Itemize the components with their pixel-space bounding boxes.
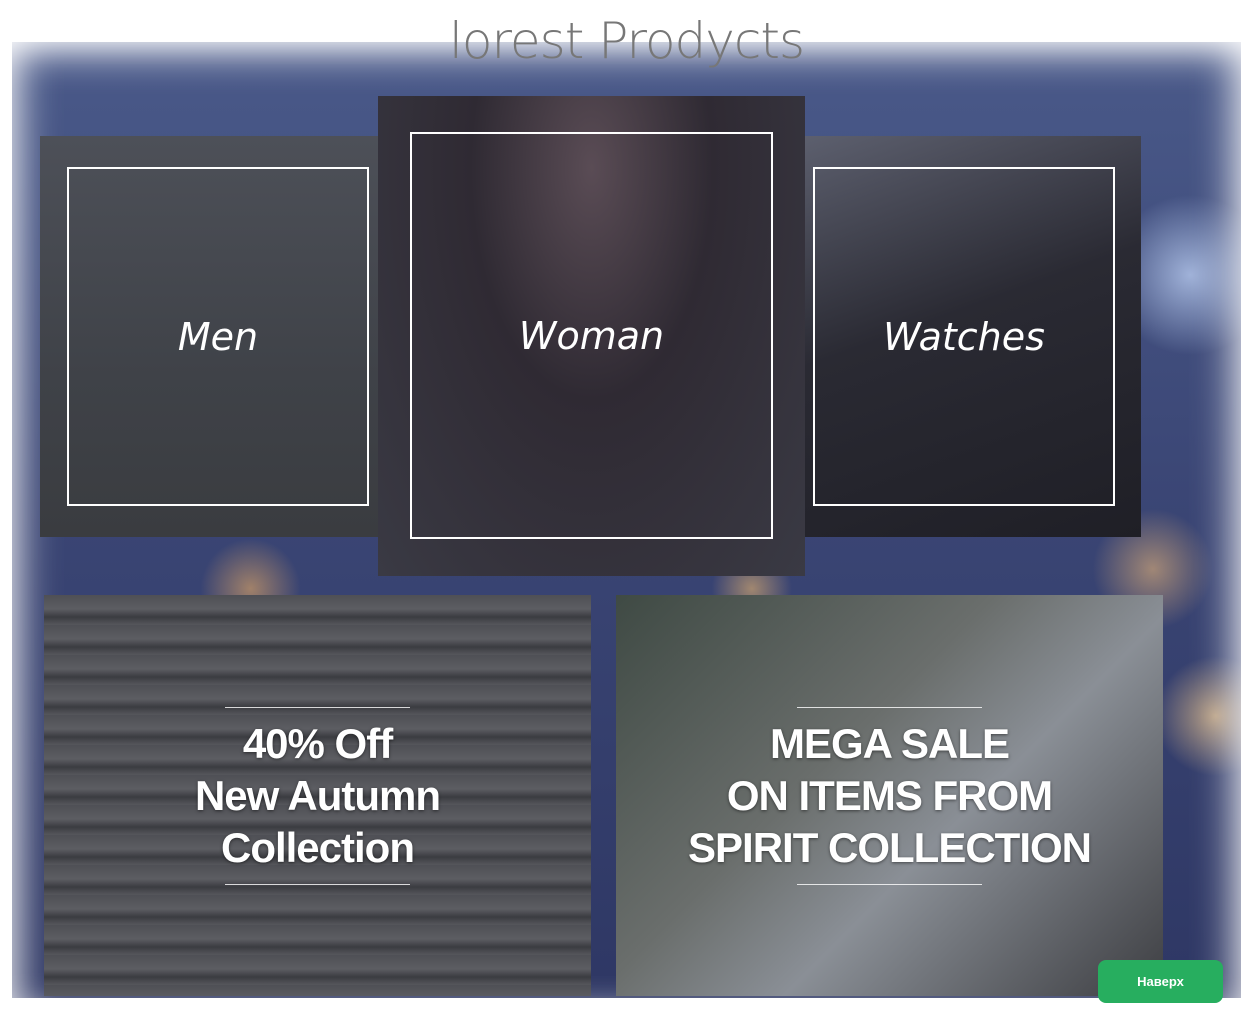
promo-mega-sale[interactable]: MEGA SALE ON ITEMS FROM SPIRIT COLLECTIO… [616, 595, 1163, 996]
category-frame: Men [67, 167, 369, 506]
page-title: lorest Prodycts [448, 12, 805, 70]
divider [797, 706, 982, 708]
promo-autumn-collection[interactable]: 40% Off New Autumn Collection [44, 595, 591, 996]
category-woman[interactable]: Woman [378, 96, 805, 576]
category-label: Watches [883, 314, 1045, 359]
promo-line: New Autumn [194, 771, 441, 819]
category-label: Woman [518, 313, 665, 358]
category-label: Men [177, 314, 259, 359]
divider [225, 706, 410, 708]
divider [797, 883, 982, 885]
promo-line: SPIRIT COLLECTION [688, 823, 1092, 871]
category-frame: Watches [813, 167, 1115, 506]
promo-line: ON ITEMS FROM [726, 771, 1053, 819]
category-frame: Woman [410, 132, 773, 539]
category-watches[interactable]: Watches [785, 136, 1141, 537]
category-men[interactable]: Men [40, 136, 378, 537]
promo-line: MEGA SALE [769, 719, 1010, 767]
promo-line: Collection [220, 823, 415, 871]
promo-line: 40% Off [242, 719, 393, 767]
back-to-top-button[interactable]: Наверх [1098, 960, 1223, 1003]
divider [225, 883, 410, 885]
